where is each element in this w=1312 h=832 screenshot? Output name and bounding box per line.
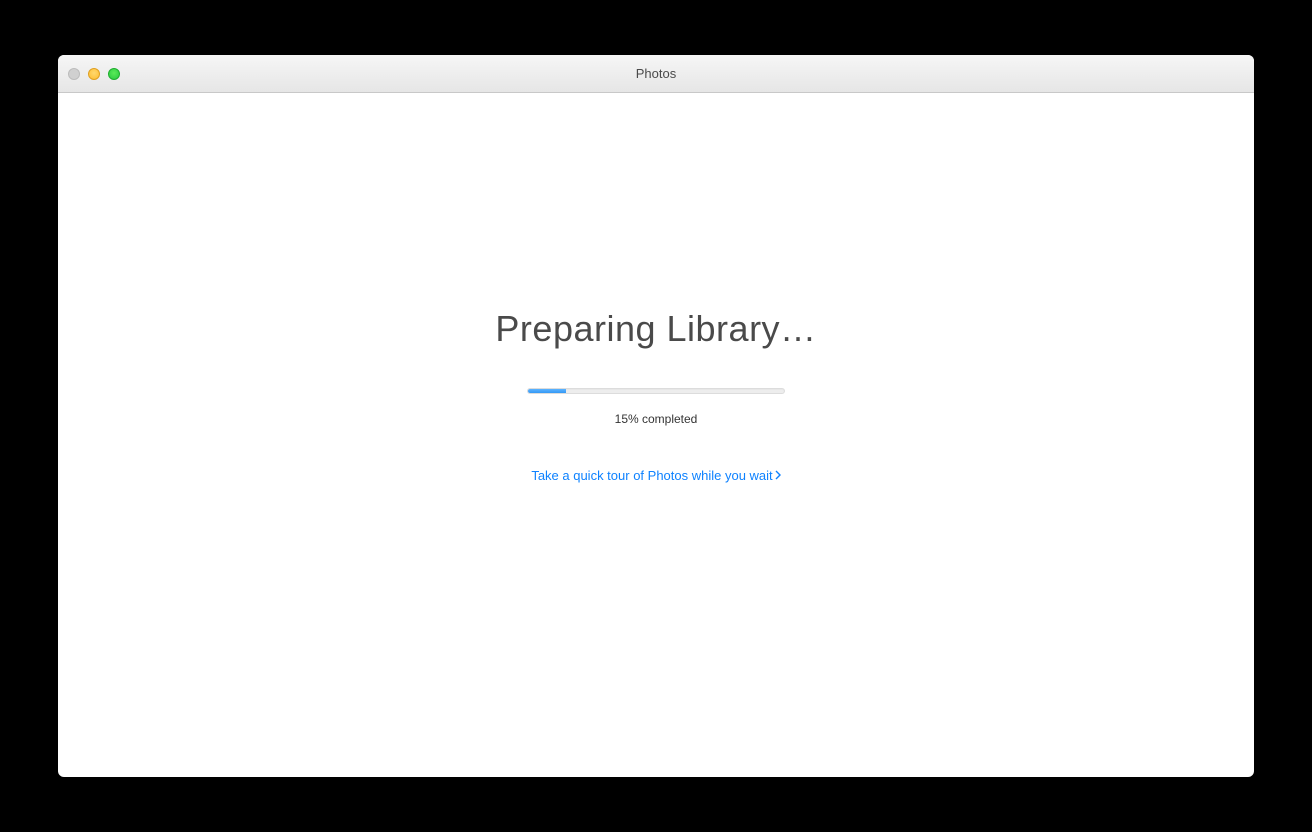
app-window: Photos Preparing Library… 15% completed … — [58, 55, 1254, 777]
tour-link[interactable]: Take a quick tour of Photos while you wa… — [531, 468, 780, 483]
content-area: Preparing Library… 15% completed Take a … — [58, 93, 1254, 777]
maximize-button[interactable] — [108, 68, 120, 80]
window-title: Photos — [58, 66, 1254, 81]
chevron-right-icon — [775, 468, 781, 483]
title-bar[interactable]: Photos — [58, 55, 1254, 93]
traffic-lights — [68, 68, 120, 80]
progress-fill — [528, 389, 566, 393]
close-button[interactable] — [68, 68, 80, 80]
tour-link-text: Take a quick tour of Photos while you wa… — [531, 468, 772, 483]
preparing-heading: Preparing Library… — [495, 308, 816, 350]
progress-bar — [527, 388, 785, 394]
minimize-button[interactable] — [88, 68, 100, 80]
progress-label: 15% completed — [615, 412, 698, 426]
